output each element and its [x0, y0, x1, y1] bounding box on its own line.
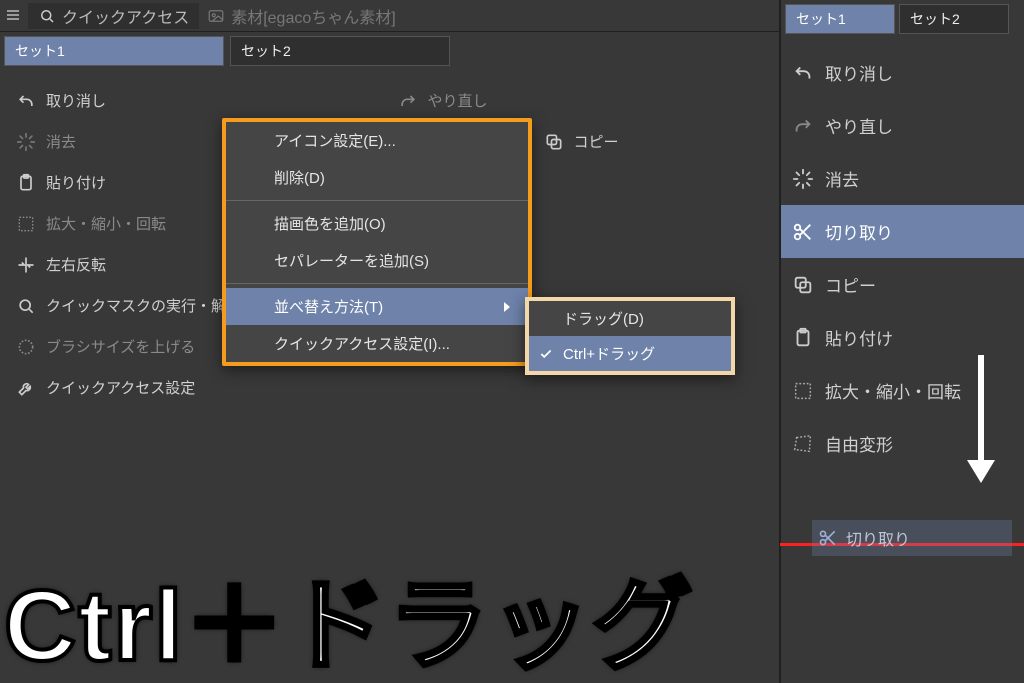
r-copy[interactable]: コピー — [781, 258, 1024, 311]
tab-label: クイックアクセス — [62, 4, 189, 28]
quick-access-icon — [38, 7, 56, 25]
cm-add-drawing-color[interactable]: 描画色を追加(O) — [226, 205, 528, 242]
redo-icon — [398, 91, 418, 111]
paste-icon — [16, 173, 36, 193]
r-label: 切り取り — [825, 219, 893, 244]
cm-icon-settings[interactable]: アイコン設定(E)... — [226, 122, 528, 159]
qa-undo[interactable]: 取り消し — [8, 80, 390, 121]
qa-label: 消去 — [46, 131, 76, 152]
r-label: 消去 — [825, 166, 859, 191]
redo-icon — [791, 114, 815, 138]
qa-label: 左右反転 — [46, 254, 106, 275]
r-label: 拡大・縮小・回転 — [825, 378, 961, 403]
set-tab-1[interactable]: セット1 — [4, 36, 224, 66]
drag-ghost: 切り取り — [812, 520, 1012, 556]
brush-up-icon — [16, 337, 36, 357]
annotation-arrow-down-icon — [965, 355, 997, 485]
qa-label: やり直し — [428, 90, 488, 111]
qa-label: クイックマスクの実行・解除 — [46, 295, 241, 316]
r-label: コピー — [825, 272, 876, 297]
undo-icon — [791, 61, 815, 85]
qa-label: 貼り付け — [46, 172, 106, 193]
wrench-icon — [16, 378, 36, 398]
transform-icon — [791, 379, 815, 403]
qa-label: コピー — [574, 131, 619, 152]
qa-label: クイックアクセス設定 — [46, 377, 195, 398]
spinner-icon — [16, 132, 36, 152]
qa-label: 取り消し — [46, 90, 106, 111]
cm-delete[interactable]: 削除(D) — [226, 159, 528, 196]
r-label: 自由変形 — [825, 431, 893, 456]
r-label: やり直し — [825, 113, 893, 138]
cm-qa-settings[interactable]: クイックアクセス設定(I)... — [226, 325, 528, 362]
sm-label: Ctrl+ドラッグ — [563, 346, 655, 363]
r-label: 貼り付け — [825, 325, 893, 350]
free-transform-icon — [791, 432, 815, 456]
set-tab-2[interactable]: セット2 — [899, 4, 1009, 34]
r-cut[interactable]: 切り取り — [781, 205, 1024, 258]
hamburger-icon[interactable] — [6, 8, 22, 24]
tab-quick-access[interactable]: クイックアクセス — [28, 3, 199, 29]
chevron-right-icon — [502, 301, 512, 313]
tab-materials[interactable]: 素材[egacoちゃん素材] — [199, 4, 404, 28]
tab-label: 素材[egacoちゃん素材] — [231, 4, 396, 28]
r-redo[interactable]: やり直し — [781, 99, 1024, 152]
qa-label: 拡大・縮小・回転 — [46, 213, 166, 234]
r-clear[interactable]: 消去 — [781, 152, 1024, 205]
cm-sort-method[interactable]: 並べ替え方法(T) — [226, 288, 528, 325]
set-tab-2[interactable]: セット2 — [230, 36, 450, 66]
r-label: 取り消し — [825, 60, 893, 85]
cm-separator — [226, 200, 528, 201]
qa-clear[interactable]: 消去 — [8, 121, 244, 162]
cm-separator — [226, 283, 528, 284]
scissors-icon — [791, 220, 815, 244]
spinner-icon — [791, 167, 815, 191]
materials-icon — [207, 7, 225, 25]
flip-icon — [16, 255, 36, 275]
cm-label: 並べ替え方法(T) — [274, 299, 383, 316]
r-undo[interactable]: 取り消し — [781, 46, 1024, 99]
context-menu: アイコン設定(E)... 削除(D) 描画色を追加(O) セパレーターを追加(S… — [222, 118, 532, 366]
sm-drag[interactable]: ドラッグ(D) — [529, 301, 731, 336]
transform-icon — [16, 214, 36, 234]
ghost-label: 切り取り — [846, 526, 910, 550]
left-panel: クイックアクセス 素材[egacoちゃん素材] セット1 セット2 取り消し — [0, 0, 779, 683]
cm-add-separator[interactable]: セパレーターを追加(S) — [226, 242, 528, 279]
right-panel: セット1 セット2 取り消し やり直し 消去 切り取り コピー — [779, 0, 1024, 683]
context-submenu: ドラッグ(D) Ctrl+ドラッグ — [525, 297, 735, 375]
scissors-icon — [818, 528, 838, 548]
set-tabs-right: セット1 セット2 — [781, 0, 1024, 38]
undo-icon — [16, 91, 36, 111]
sm-ctrl-drag[interactable]: Ctrl+ドラッグ — [529, 336, 731, 371]
copy-icon — [791, 273, 815, 297]
quickmask-icon — [16, 296, 36, 316]
qa-label: ブラシサイズを上げる — [46, 336, 195, 357]
set-tabs: セット1 セット2 — [0, 32, 779, 70]
tab-strip: クイックアクセス 素材[egacoちゃん素材] — [0, 0, 779, 32]
check-icon — [539, 347, 553, 361]
annotation-big-label: Ctrl＋ドラッグ — [4, 544, 694, 683]
set-tab-1[interactable]: セット1 — [785, 4, 895, 34]
qa-redo[interactable]: やり直し — [390, 80, 772, 121]
copy-icon — [544, 132, 564, 152]
paste-icon — [791, 326, 815, 350]
